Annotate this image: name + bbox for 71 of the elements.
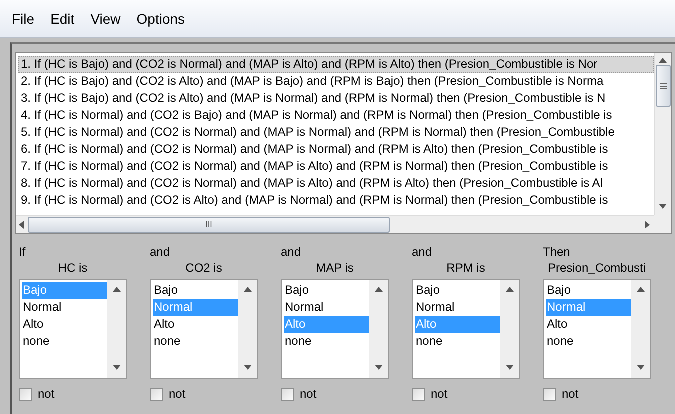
connector-label: and xyxy=(412,244,434,260)
not-checkbox[interactable] xyxy=(19,388,32,400)
not-checkbox[interactable] xyxy=(281,388,294,400)
connector-label: and xyxy=(150,244,172,260)
connector-label: and xyxy=(281,244,302,260)
variable-label: MAP is xyxy=(315,260,355,277)
list-scrollbar[interactable] xyxy=(500,280,519,378)
list-scrollbar[interactable] xyxy=(238,280,257,378)
list-scrollbar[interactable] xyxy=(107,280,126,378)
value-option[interactable]: none xyxy=(415,333,500,350)
not-label: not xyxy=(562,387,579,401)
rule-row[interactable]: 5. If (HC is Normal) and (CO2 is Normal) and (MAP is Normal) and (RPM is Normal) then (Presion_Combustible xyxy=(18,124,654,141)
list-scrollbar[interactable] xyxy=(631,280,650,378)
value-option[interactable]: Alto xyxy=(546,316,631,333)
value-option[interactable]: Alto xyxy=(22,316,107,333)
rule-row[interactable]: 4. If (HC is Normal) and (CO2 is Bajo) and (MAP is Normal) and (RPM is Normal) then (Presion_Combustible is xyxy=(18,107,654,124)
scroll-up-icon[interactable] xyxy=(112,286,120,294)
rule-row[interactable]: 1. If (HC is Bajo) and (CO2 is Normal) and (MAP is Alto) and (RPM is Alto) then (Presion_Combustible is Nor xyxy=(18,56,654,73)
variable-label: Presion_Combusti xyxy=(546,260,648,277)
value-option[interactable]: none xyxy=(284,333,369,350)
scroll-thumb[interactable]: III xyxy=(28,216,390,232)
scroll-down-icon[interactable] xyxy=(374,364,382,372)
value-option[interactable]: Normal xyxy=(415,299,500,316)
menu-item[interactable]: Options xyxy=(128,10,194,26)
variable-label: HC is xyxy=(57,260,89,277)
menu-item[interactable]: Edit xyxy=(42,10,83,26)
rule-row[interactable]: 7. If (HC is Normal) and (CO2 is Normal) and (MAP is Alto) and (RPM is Normal) then (Presion_Combustible is xyxy=(18,158,654,175)
value-option[interactable]: Alto xyxy=(153,316,238,333)
not-label: not xyxy=(38,387,55,401)
value-option[interactable]: Bajo xyxy=(284,282,369,299)
rule-row[interactable]: 8. If (HC is Normal) and (CO2 is Normal) and (MAP is Alto) and (RPM is Alto) then (Presion_Combustible is Al xyxy=(18,175,654,192)
value-option[interactable]: none xyxy=(546,333,631,350)
scroll-down-icon[interactable] xyxy=(244,364,252,372)
rule-row[interactable]: 9. If (HC is Normal) and (CO2 is Alto) and (MAP is Normal) and (RPM is Normal) then (Presion_Combustible is xyxy=(18,192,654,209)
value-option[interactable]: Bajo xyxy=(415,282,500,299)
scroll-up-icon[interactable] xyxy=(506,286,514,294)
scroll-up-icon[interactable] xyxy=(374,286,382,294)
not-label: not xyxy=(300,387,317,401)
not-checkbox[interactable] xyxy=(412,388,425,400)
not-label: not xyxy=(169,387,186,401)
scroll-up-icon[interactable] xyxy=(244,286,252,294)
menu-item[interactable]: View xyxy=(82,10,129,26)
not-checkbox[interactable] xyxy=(543,388,556,400)
rule-row[interactable]: 6. If (HC is Normal) and (CO2 is Normal) and (MAP is Normal) and (RPM is Alto) then (Presion_Combustible is xyxy=(18,141,654,158)
scroll-down-icon[interactable] xyxy=(112,364,120,372)
menu-item[interactable]: File xyxy=(4,10,43,26)
scroll-thumb[interactable] xyxy=(656,65,670,107)
connector-label: Then xyxy=(543,244,572,260)
scroll-right-icon[interactable] xyxy=(644,220,652,228)
not-checkbox[interactable] xyxy=(150,388,163,400)
grip-icon xyxy=(660,82,666,90)
vertical-scrollbar[interactable] xyxy=(654,53,671,215)
scroll-down-icon[interactable] xyxy=(636,364,644,372)
variable-label: CO2 is xyxy=(184,260,224,277)
scroll-down-icon[interactable] xyxy=(506,364,514,372)
value-option[interactable]: Bajo xyxy=(153,282,238,299)
rule-row[interactable]: 2. If (HC is Bajo) and (CO2 is Alto) and (MAP is Bajo) and (RPM is Bajo) then (Presion_Combustible is Norma xyxy=(18,73,654,90)
list-scrollbar[interactable] xyxy=(369,280,388,378)
value-option[interactable]: Bajo xyxy=(546,282,631,299)
not-label: not xyxy=(431,387,448,401)
rule-row[interactable]: 3. If (HC is Bajo) and (CO2 is Alto) and (MAP is Normal) and (RPM is Normal) then (Presion_Combustible is N xyxy=(18,90,654,107)
variable-label: RPM is xyxy=(446,260,486,277)
scroll-left-icon[interactable] xyxy=(18,220,26,228)
scroll-up-icon[interactable] xyxy=(636,286,644,294)
value-option[interactable]: Normal xyxy=(284,299,369,316)
value-option[interactable]: none xyxy=(153,333,238,350)
value-option[interactable]: Normal xyxy=(22,299,107,316)
connector-label: If xyxy=(19,244,27,260)
value-option[interactable]: none xyxy=(22,333,107,350)
scroll-down-icon[interactable] xyxy=(659,203,667,211)
horizontal-scrollbar[interactable]: III xyxy=(16,215,654,233)
